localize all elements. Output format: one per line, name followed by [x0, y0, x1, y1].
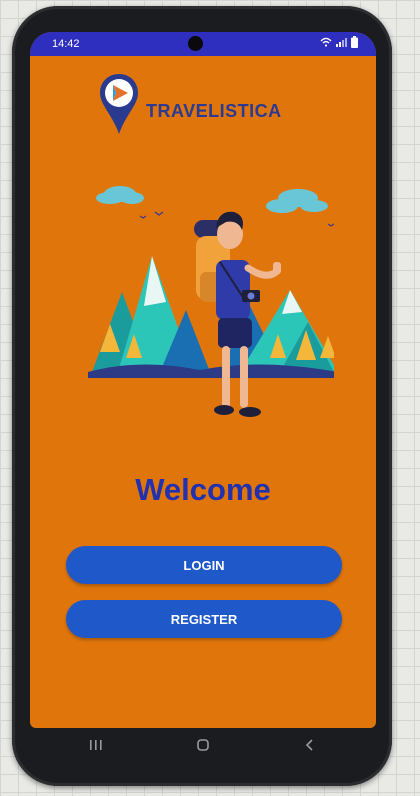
cloud-icon — [266, 189, 328, 213]
android-nav-bar — [42, 732, 364, 758]
traveler-illustration — [88, 186, 334, 417]
map-pin-logo-icon — [100, 74, 138, 134]
signal-icon — [336, 38, 347, 47]
app-screen: 14:42 TRAVELISTICA Welcome LOGIN REGISTE… — [30, 32, 376, 728]
recents-icon[interactable] — [76, 733, 116, 757]
welcome-heading: Welcome — [135, 472, 271, 507]
wifi-icon — [320, 37, 332, 47]
register-button[interactable]: REGISTER — [66, 600, 342, 638]
home-icon[interactable] — [183, 733, 223, 757]
back-icon[interactable] — [290, 733, 330, 757]
login-button[interactable]: LOGIN — [66, 546, 342, 584]
cloud-icon — [96, 186, 144, 204]
phone-frame: 14:42 TRAVELISTICA Welcome LOGIN REGISTE… — [12, 6, 392, 786]
status-time: 14:42 — [52, 38, 80, 50]
battery-icon — [351, 36, 358, 48]
status-icons — [320, 36, 358, 48]
app-logo: TRAVELISTICA — [98, 72, 282, 136]
status-bar: 14:42 — [30, 32, 376, 56]
brand-name: TRAVELISTICA — [146, 100, 282, 121]
front-camera — [188, 36, 203, 51]
